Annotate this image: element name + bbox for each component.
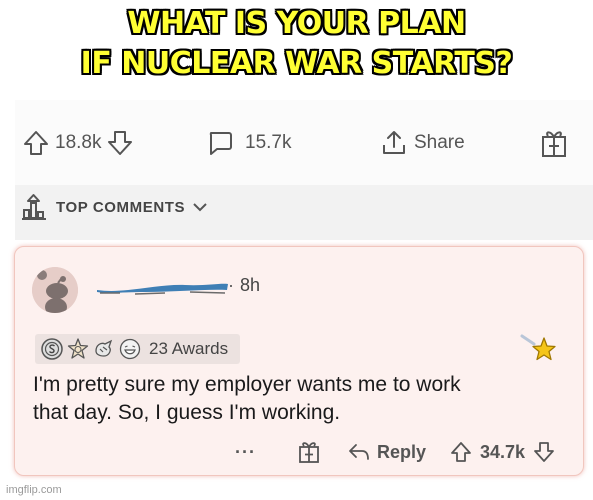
post-action-bar: 18.8k 15.7k Share <box>15 100 593 185</box>
comment-timestamp: 8h <box>240 275 261 295</box>
comment-bubble-icon <box>209 131 232 155</box>
upvote-icon[interactable] <box>450 441 472 463</box>
star-award-icon <box>520 334 556 361</box>
gift-icon <box>542 130 566 157</box>
comment-body-line-2: that day. So, I guess I'm working. <box>33 401 341 424</box>
downvote-icon[interactable] <box>107 130 133 156</box>
laughing-award-icon <box>119 338 141 360</box>
redacted-username-scribble <box>97 283 228 295</box>
awards-count: 23 Awards <box>149 339 229 358</box>
caption-line-2: IF NUCLEAR WAR STARTS? <box>80 46 513 81</box>
reply-arrow-icon <box>349 444 369 460</box>
share-icon <box>383 130 405 154</box>
sort-label: TOP COMMENTS <box>56 198 186 216</box>
comment-body: I'm pretty sure my employer wants me to … <box>33 371 553 427</box>
gift-award-button[interactable] <box>540 100 568 185</box>
comment-count: 15.7k <box>245 131 292 153</box>
silver-award-icon <box>41 338 63 360</box>
snoo-avatar-icon <box>32 267 78 313</box>
upvote-count: 18.8k <box>55 131 102 153</box>
comment-score: 34.7k <box>480 441 526 462</box>
comment-meta: · 8h <box>222 275 260 296</box>
helpful-award-icon <box>95 339 113 357</box>
comment-body-line-1: I'm pretty sure my employer wants me to … <box>33 373 461 396</box>
more-options-label: ··· <box>235 441 256 462</box>
vote-group: 18.8k <box>23 100 133 185</box>
comment-vote-group: 34.7k <box>450 437 555 467</box>
wholesome-award-icon <box>67 338 89 359</box>
awards-row[interactable]: 23 Awards <box>35 334 241 364</box>
downvote-icon[interactable] <box>533 441 555 463</box>
share-button[interactable]: Share <box>380 100 471 185</box>
comment-actions: ··· Reply 34.7k <box>15 437 585 467</box>
comments-button[interactable]: 15.7k <box>207 100 297 185</box>
comment-sort-selector[interactable]: TOP COMMENTS <box>20 192 215 222</box>
sort-top-icon <box>22 194 46 220</box>
meme-caption: WHAT IS YOUR PLAN IF NUCLEAR WAR STARTS? <box>0 4 593 84</box>
watermark: imgflip.com <box>6 484 62 496</box>
comment-card: · 8h 23 Awards I'm pretty sure my employ… <box>14 246 584 476</box>
give-award-button[interactable] <box>298 437 320 467</box>
reply-label: Reply <box>377 441 427 462</box>
more-options-button[interactable]: ··· <box>235 437 256 467</box>
upvote-icon[interactable] <box>23 130 49 156</box>
reply-button[interactable]: Reply <box>347 437 426 467</box>
chevron-down-icon <box>193 203 207 212</box>
gift-icon <box>299 442 319 463</box>
caption-line-1: WHAT IS YOUR PLAN <box>127 6 466 41</box>
avatar[interactable] <box>32 267 78 313</box>
meta-separator-dot: · <box>228 275 234 295</box>
share-label: Share <box>414 131 465 153</box>
